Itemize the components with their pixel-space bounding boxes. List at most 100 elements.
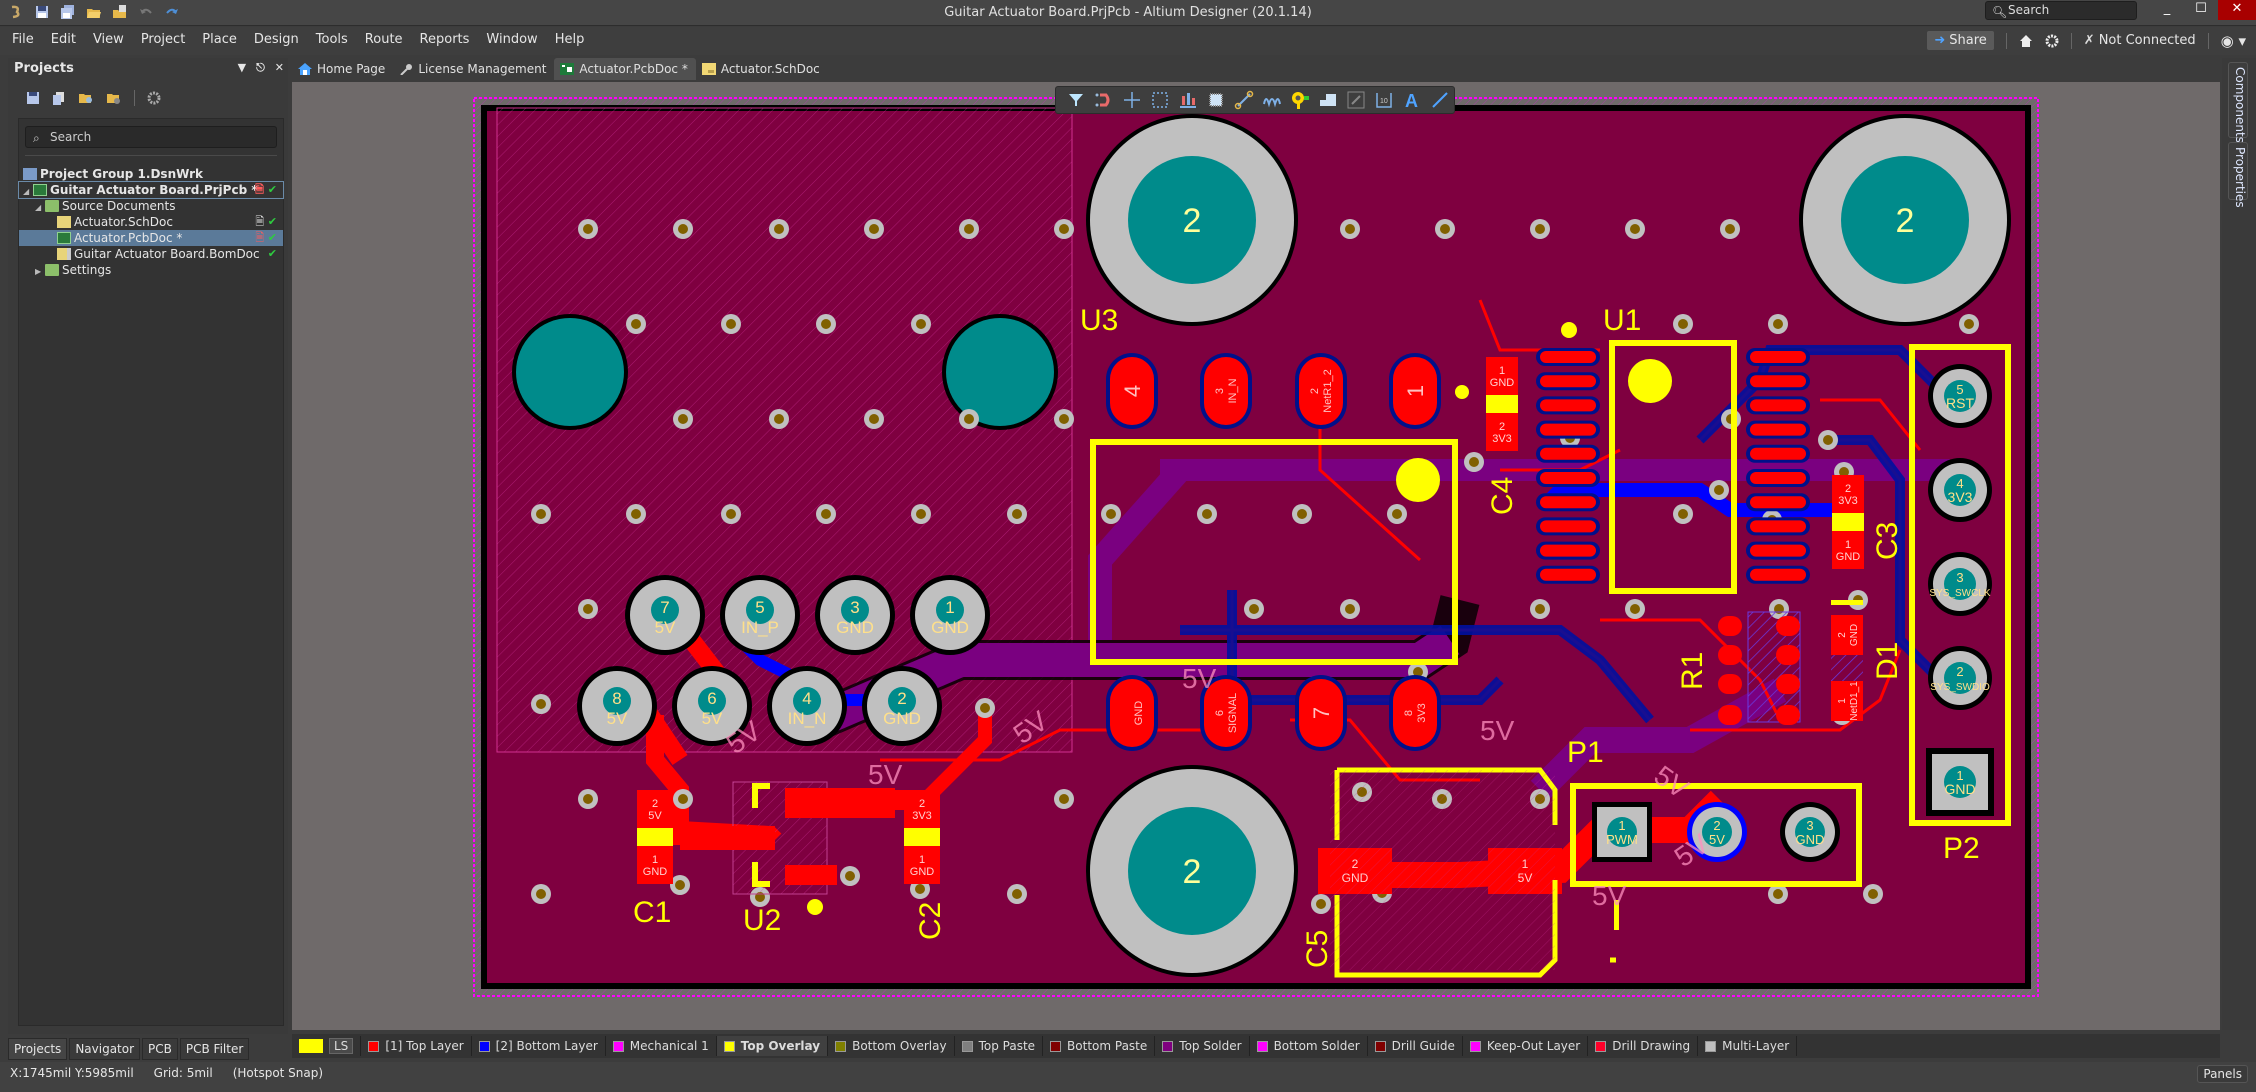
menu-place[interactable]: Place: [202, 32, 237, 47]
place-component-icon[interactable]: [1206, 90, 1226, 110]
via: [1530, 219, 1550, 239]
connection-status[interactable]: ✗ Not Connected: [2084, 33, 2196, 48]
line-icon[interactable]: [1430, 90, 1450, 110]
maximize-button[interactable]: ☐: [2184, 0, 2218, 20]
via: [1863, 884, 1883, 904]
via: [578, 219, 598, 239]
user-account-icon[interactable]: ◉ ▾: [2221, 32, 2246, 50]
menu-tools[interactable]: Tools: [316, 32, 348, 47]
panel-menu-icon[interactable]: ▼: [238, 61, 246, 75]
menu-route[interactable]: Route: [365, 32, 403, 47]
cursor-coordinates: X:1745mil Y:5985mil: [10, 1066, 134, 1080]
close-button[interactable]: ✕: [2218, 0, 2256, 20]
align-icon[interactable]: [1178, 90, 1198, 110]
interactive-routing-icon[interactable]: [1094, 90, 1114, 110]
tree-item-settings[interactable]: ▶ Settings: [19, 262, 283, 278]
layer-tab-bottom-overlay[interactable]: Bottom Overlay: [828, 1036, 955, 1056]
layer-tab-keep-out-layer[interactable]: Keep-Out Layer: [1463, 1036, 1589, 1056]
polygon-icon[interactable]: [1318, 90, 1338, 110]
tab-pcb[interactable]: PCB: [142, 1038, 178, 1060]
layer-tab-bottom-solder[interactable]: Bottom Solder: [1250, 1036, 1368, 1056]
via-icon[interactable]: [1290, 90, 1310, 110]
pin-number: 3: [850, 598, 859, 617]
tab-actuator-pcbdoc[interactable]: Actuator.PcbDoc *: [554, 58, 696, 80]
length-tune-icon[interactable]: [1262, 90, 1282, 110]
move-crosshair-icon[interactable]: [1122, 90, 1142, 110]
tab-actuator-schdoc[interactable]: Actuator.SchDoc: [696, 58, 828, 80]
panel-close-icon[interactable]: ✕: [275, 61, 284, 75]
drill-hole-large: [516, 318, 624, 426]
tab-navigator[interactable]: Navigator: [69, 1038, 141, 1060]
tab-projects[interactable]: Projects: [8, 1038, 68, 1060]
projects-search-input[interactable]: ⌕ Search: [25, 126, 277, 148]
net-label-5v: 5V: [1182, 663, 1217, 694]
via: [1464, 452, 1484, 472]
via: [911, 314, 931, 334]
panels-button[interactable]: Panels: [2197, 1065, 2248, 1083]
menu-view[interactable]: View: [93, 32, 124, 47]
pin-icon[interactable]: ⎋: [256, 61, 265, 75]
tab-license-management[interactable]: License Management: [393, 58, 554, 80]
share-button[interactable]: ➜ Share: [1927, 31, 1994, 50]
dimension-icon[interactable]: 10: [1374, 90, 1394, 110]
tree-item-pcbdoc[interactable]: Actuator.PcbDoc * 🗎︎ ✔: [19, 230, 283, 246]
layer-tab-1-top-layer[interactable]: [1] Top Layer: [361, 1036, 472, 1056]
pad-net: SIGNAL: [1227, 693, 1239, 733]
layer-tab-mechanical-1[interactable]: Mechanical 1: [606, 1036, 717, 1056]
layer-tab-drill-guide[interactable]: Drill Guide: [1368, 1036, 1463, 1056]
menu-edit[interactable]: Edit: [51, 32, 76, 47]
layer-tab-drill-drawing[interactable]: Drill Drawing: [1588, 1036, 1699, 1056]
menu-reports[interactable]: Reports: [420, 32, 470, 47]
tree-item-source-documents[interactable]: ◢ Source Documents: [19, 198, 283, 214]
properties-panel-tab[interactable]: Properties: [2228, 142, 2248, 208]
filter-icon[interactable]: [1066, 90, 1086, 110]
save-project-icon[interactable]: [26, 91, 40, 105]
fill-icon[interactable]: [1346, 90, 1366, 110]
pcb-canvas[interactable]: 222 7 5V 5 IN_P 3 GND 1 GND 8 5V 6 5V 4 IN_N 2 GND 4 3 IN…: [292, 82, 2220, 1030]
pin-number: 7: [660, 598, 669, 617]
gear-icon[interactable]: [147, 91, 161, 105]
menu-help[interactable]: Help: [555, 32, 585, 47]
pad-net: IN_N: [1227, 378, 1239, 403]
select-rect-icon[interactable]: [1150, 90, 1170, 110]
tab-home-page[interactable]: Home Page: [292, 58, 393, 80]
via: [1101, 504, 1121, 524]
grid-size: Grid: 5mil: [153, 1066, 213, 1080]
global-search-input[interactable]: 🔍︎ Search: [1985, 1, 2137, 20]
folder-settings-icon[interactable]: [106, 91, 122, 105]
tree-item-schdoc[interactable]: Actuator.SchDoc 🗎︎ ✔: [19, 214, 283, 230]
via: [1054, 409, 1074, 429]
tree-item-project-group[interactable]: Project Group 1.DsnWrk: [19, 166, 283, 182]
drill-hole-large: [946, 318, 1054, 426]
route-icon[interactable]: [1234, 90, 1254, 110]
menu-project[interactable]: Project: [141, 32, 185, 47]
tab-label: Home Page: [317, 62, 386, 76]
expand-icon[interactable]: ▶: [35, 264, 45, 280]
check-icon: ✔: [267, 183, 277, 196]
components-panel-tab[interactable]: Components: [2228, 62, 2248, 143]
tree-item-project[interactable]: ◢ Guitar Actuator Board.PrjPcb * 🗎︎ ✔: [18, 181, 284, 199]
u1-dot-marker: [1561, 322, 1577, 338]
explore-folder-icon[interactable]: [78, 91, 94, 105]
layer-tab-bottom-paste[interactable]: Bottom Paste: [1043, 1036, 1156, 1056]
layer-tab-top-solder[interactable]: Top Solder: [1155, 1036, 1250, 1056]
tree-item-bomdoc[interactable]: Guitar Actuator Board.BomDoc ✔: [19, 246, 283, 262]
divider: [2207, 32, 2209, 49]
tab-pcb-filter[interactable]: PCB Filter: [179, 1038, 250, 1060]
pin-number: 1: [945, 598, 954, 617]
u1-pin1-marker: [1628, 359, 1672, 403]
layer-tab-2-bottom-layer[interactable]: [2] Bottom Layer: [472, 1036, 606, 1056]
layer-tab-top-overlay[interactable]: Top Overlay: [716, 1036, 829, 1056]
menu-window[interactable]: Window: [486, 32, 537, 47]
compile-icon[interactable]: [52, 91, 66, 105]
pcb-board-view[interactable]: 2 22 75V5IN_P3GND1GND85V65V4IN_N2GND 4 3 IN…: [292, 82, 2220, 1030]
layer-tab-top-paste[interactable]: Top Paste: [955, 1036, 1044, 1056]
layer-set-button[interactable]: LS: [292, 1036, 362, 1056]
minimize-button[interactable]: _: [2150, 0, 2184, 20]
layer-tab-multi-layer[interactable]: Multi-Layer: [1698, 1036, 1798, 1056]
home-icon[interactable]: [2019, 34, 2033, 48]
gear-icon[interactable]: [2045, 34, 2059, 48]
string-icon[interactable]: A: [1402, 90, 1422, 110]
menu-file[interactable]: File: [12, 32, 34, 47]
menu-design[interactable]: Design: [254, 32, 299, 47]
